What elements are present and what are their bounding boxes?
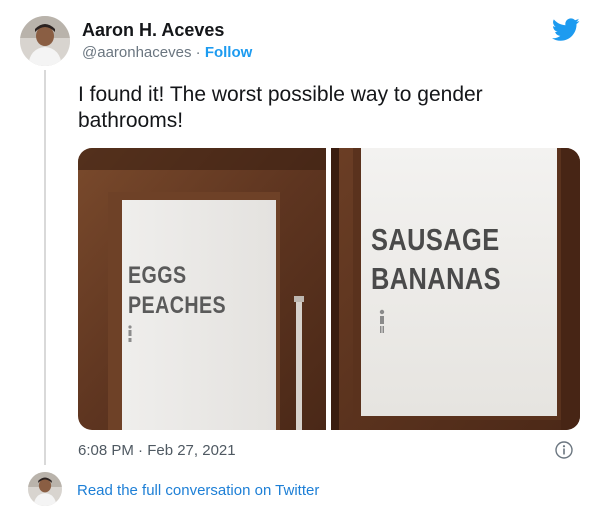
handle-row: @aaronhaceves · Follow: [82, 44, 252, 61]
follow-button[interactable]: Follow: [205, 44, 253, 61]
sign-line-eggs: EGGS: [128, 262, 187, 289]
avatar-image: [20, 16, 70, 66]
sign-line-peaches: PEACHES: [128, 292, 227, 319]
reply-avatar[interactable]: [28, 472, 62, 506]
sign-line-bananas: BANANAS: [371, 261, 501, 296]
sign-line-sausage: SAUSAGE: [371, 222, 500, 257]
author-name[interactable]: Aaron H. Aceves: [82, 20, 224, 41]
twitter-bird-icon[interactable]: [552, 18, 580, 42]
photo-left[interactable]: EGGS PEACHES: [78, 148, 326, 430]
tweet-card: Aaron H. Aceves @aaronhaceves · Follow I…: [0, 0, 600, 520]
tweet-timestamp[interactable]: 6:08 PM · Feb 27, 2021: [78, 442, 236, 459]
photo-right[interactable]: SAUSAGE BANANAS: [331, 148, 580, 430]
read-conversation-link[interactable]: Read the full conversation on Twitter: [77, 482, 319, 499]
author-avatar[interactable]: [20, 16, 70, 66]
author-handle[interactable]: @aaronhaceves: [82, 44, 191, 61]
door-photo-left: [78, 148, 326, 430]
info-icon[interactable]: [555, 441, 573, 459]
handle-separator: ·: [191, 44, 205, 61]
thread-line: [44, 70, 46, 465]
tweet-text: I found it! The worst possible way to ge…: [78, 83, 483, 132]
avatar-image-small: [28, 472, 62, 506]
